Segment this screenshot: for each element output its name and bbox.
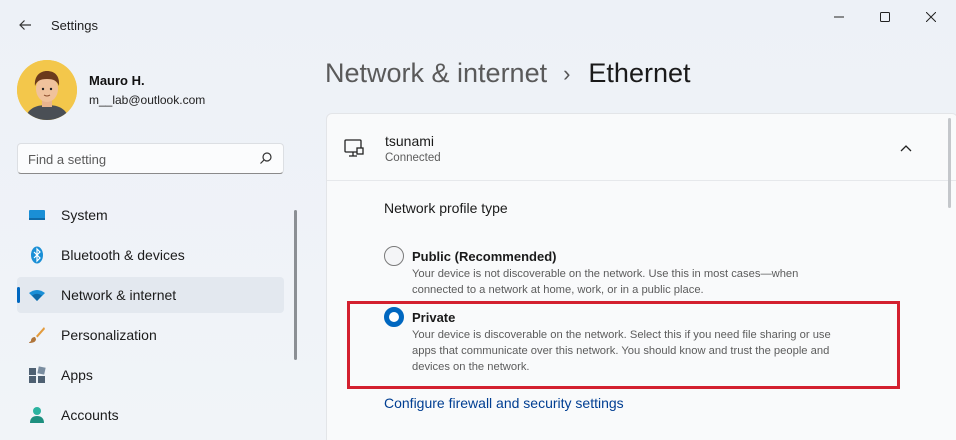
public-option-title[interactable]: Public (Recommended) — [412, 249, 556, 264]
user-avatar-icon — [17, 60, 77, 120]
user-name: Mauro H. — [89, 73, 145, 88]
close-icon — [926, 12, 936, 22]
search-icon[interactable] — [259, 151, 273, 165]
sidebar-item-accounts[interactable]: Accounts — [17, 397, 284, 433]
close-button[interactable] — [908, 0, 954, 34]
brush-icon — [29, 327, 45, 343]
avatar[interactable] — [17, 60, 77, 120]
sidebar-item-label: Personalization — [61, 327, 157, 343]
highlight-box — [347, 301, 900, 389]
content-scrollbar[interactable] — [948, 118, 951, 208]
title-bar: Settings — [0, 0, 956, 48]
app-title: Settings — [51, 18, 98, 33]
arrow-left-icon — [19, 20, 31, 30]
minimize-icon — [834, 16, 844, 18]
sidebar-item-network[interactable]: Network & internet — [17, 277, 284, 313]
firewall-settings-link[interactable]: Configure firewall and security settings — [384, 395, 624, 411]
maximize-button[interactable] — [862, 0, 908, 34]
chevron-up-icon — [900, 145, 912, 152]
breadcrumb-parent[interactable]: Network & internet — [325, 58, 547, 89]
sidebar-item-personalization[interactable]: Personalization — [17, 317, 284, 353]
active-indicator — [17, 287, 20, 303]
person-icon — [30, 407, 44, 423]
public-radio[interactable] — [384, 246, 404, 266]
network-name: tsunami — [385, 133, 435, 149]
sidebar-item-label: Network & internet — [61, 287, 177, 303]
search-box[interactable] — [17, 143, 284, 174]
sidebar-item-label: System — [61, 207, 108, 223]
monitor-icon — [29, 210, 45, 220]
page-title: Ethernet — [588, 58, 691, 88]
wifi-icon — [29, 290, 45, 301]
maximize-icon — [880, 12, 890, 22]
sidebar-item-label: Accounts — [61, 407, 119, 423]
sidebar-item-apps[interactable]: Apps — [17, 357, 284, 393]
network-status: Connected — [385, 152, 441, 164]
apps-icon — [29, 366, 46, 383]
minimize-button[interactable] — [816, 0, 862, 34]
sidebar-item-bluetooth[interactable]: Bluetooth & devices — [17, 237, 284, 273]
collapse-button[interactable] — [893, 138, 919, 158]
public-option-description: Your device is not discoverable on the n… — [412, 266, 892, 298]
breadcrumb: Network & internet › Ethernet — [325, 58, 691, 89]
search-input[interactable] — [28, 150, 248, 168]
sidebar-item-system[interactable]: System — [17, 197, 284, 233]
breadcrumb-separator: › — [563, 60, 571, 86]
description-line: connected to a network at home, work, or… — [412, 284, 704, 296]
settings-window: Settings Mauro H. m__lab@outlook.com Fin… — [0, 0, 956, 440]
profile-type-label: Network profile type — [384, 200, 508, 216]
back-button[interactable] — [12, 12, 38, 38]
ethernet-icon — [344, 139, 364, 157]
ethernet-card-header[interactable]: tsunami Connected — [327, 114, 956, 181]
sidebar-item-label: Apps — [61, 367, 93, 383]
description-line: Your device is not discoverable on the n… — [412, 268, 799, 280]
sidebar-item-label: Bluetooth & devices — [61, 247, 185, 263]
user-email: m__lab@outlook.com — [89, 93, 206, 107]
bluetooth-icon — [31, 246, 43, 264]
sidebar-scrollbar[interactable] — [294, 210, 297, 360]
